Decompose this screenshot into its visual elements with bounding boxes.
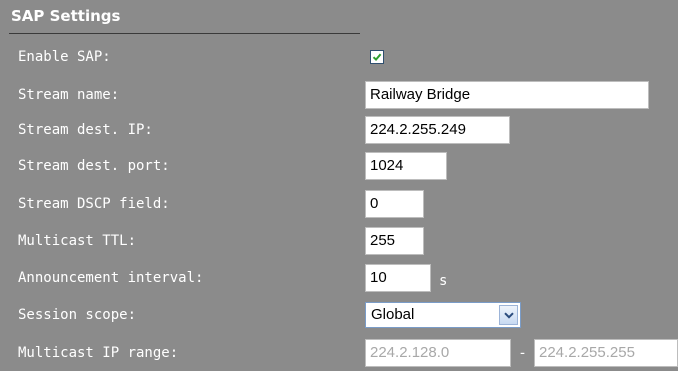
stream-dscp-input[interactable]: 0: [365, 190, 424, 218]
session-scope-select[interactable]: Global: [365, 302, 521, 328]
row-stream-dest-port: Stream dest. port: 1024: [0, 149, 678, 183]
dropdown-button[interactable]: [499, 305, 518, 325]
multicast-ttl-input[interactable]: 255: [365, 227, 424, 255]
stream-name-input[interactable]: Railway Bridge: [365, 81, 649, 109]
row-announcement-interval: Announcement interval: 10 s: [0, 261, 678, 295]
row-stream-name: Stream name: Railway Bridge: [0, 78, 678, 112]
multicast-ip-range-label: Multicast IP range:: [18, 345, 179, 361]
enable-sap-checkbox[interactable]: [370, 50, 384, 64]
row-multicast-ttl: Multicast TTL: 255: [0, 224, 678, 258]
announcement-interval-label: Announcement interval:: [18, 270, 204, 286]
multicast-ttl-label: Multicast TTL:: [18, 233, 137, 249]
row-enable-sap: Enable SAP:: [0, 40, 678, 74]
chevron-down-icon: [504, 312, 514, 319]
section-header: SAP Settings: [0, 0, 678, 34]
checkmark-icon: [372, 53, 382, 62]
announcement-interval-input[interactable]: 10: [365, 264, 431, 292]
row-multicast-ip-range: Multicast IP range: 224.2.128.0 - 224.2.…: [0, 336, 678, 370]
section-title: SAP Settings: [11, 7, 121, 25]
header-divider: [9, 33, 360, 34]
stream-name-label: Stream name:: [18, 87, 120, 103]
row-stream-dscp: Stream DSCP field: 0: [0, 187, 678, 221]
multicast-ip-range-from-input[interactable]: 224.2.128.0: [365, 339, 511, 367]
row-stream-dest-ip: Stream dest. IP: 224.2.255.249: [0, 113, 678, 147]
range-separator: -: [520, 344, 525, 362]
stream-dest-port-label: Stream dest. port:: [18, 158, 170, 174]
stream-dscp-label: Stream DSCP field:: [18, 196, 170, 212]
sap-settings-panel: SAP Settings Enable SAP: Stream name: Ra…: [0, 0, 678, 371]
session-scope-value: Global: [371, 306, 415, 323]
stream-dest-ip-input[interactable]: 224.2.255.249: [365, 116, 510, 144]
row-session-scope: Session scope: Global: [0, 298, 678, 332]
enable-sap-label: Enable SAP:: [18, 49, 111, 65]
stream-dest-ip-label: Stream dest. IP:: [18, 122, 153, 138]
interval-unit-label: s: [439, 273, 448, 289]
stream-dest-port-input[interactable]: 1024: [365, 152, 447, 180]
session-scope-label: Session scope:: [18, 307, 137, 323]
multicast-ip-range-to-input[interactable]: 224.2.255.255: [534, 339, 678, 367]
